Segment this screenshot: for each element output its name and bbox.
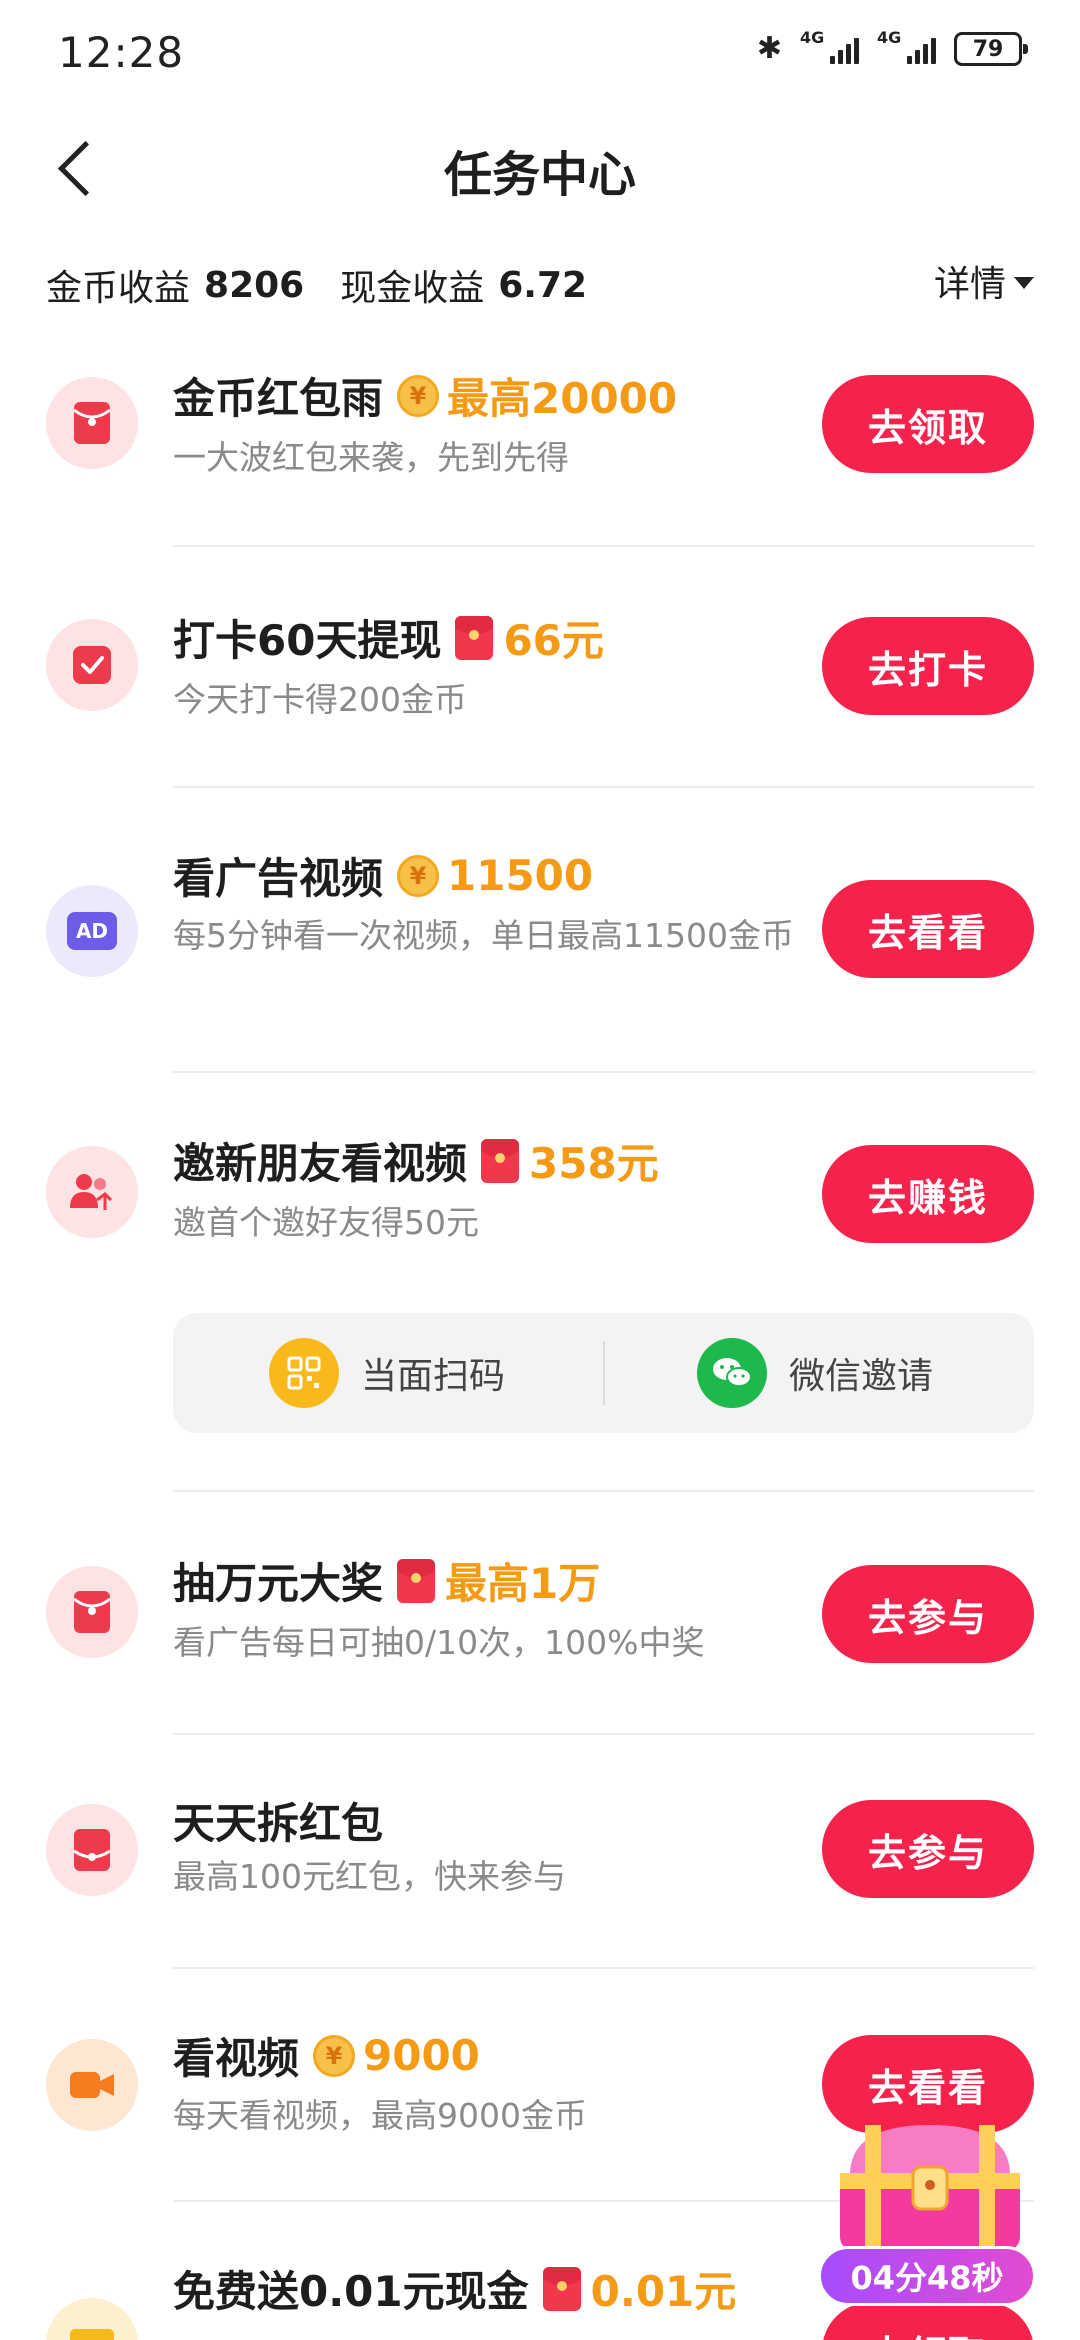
cash-card — [70, 2329, 114, 2340]
task-reward: ¥ 最高20000 — [397, 365, 677, 426]
details-dropdown[interactable]: 详情 — [934, 255, 1034, 307]
task-action-button[interactable]: 去看看 — [822, 880, 1034, 978]
cash-earnings-value: 6.72 — [498, 264, 588, 306]
task-title: 看广告视频 ¥11500 — [173, 845, 593, 906]
task-description: 看广告每日可抽0/10次，100%中奖 — [173, 1623, 705, 1662]
task-reward: 66元 — [455, 607, 604, 668]
task-description: 每天看视频，最高9000金币 — [173, 2096, 587, 2135]
task-action-button[interactable]: 去赚钱 — [822, 1145, 1034, 1243]
task-reward: ¥9000 — [313, 2031, 480, 2080]
scan-qr-option[interactable]: 当面扫码 — [269, 1313, 505, 1433]
title-bar: 任务中心 — [0, 115, 1080, 225]
task-title: 邀新朋友看视频 358元 — [173, 1130, 659, 1191]
divider — [173, 1967, 1034, 1969]
task-reward: 0.01元 — [542, 2258, 737, 2319]
red-packet-icon — [455, 615, 494, 660]
task-title: 看视频 ¥9000 — [173, 2025, 480, 2086]
cash-earnings-label: 现金收益 — [340, 268, 485, 309]
earnings-summary: 金币收益 8206 现金收益 6.72 详情 — [46, 255, 1034, 315]
page-title: 任务中心 — [443, 147, 636, 203]
task-description: 一大波红包来袭，先到先得 — [173, 438, 569, 477]
divider — [173, 1071, 1034, 1073]
coin-icon: ¥ — [397, 854, 440, 897]
task-title-text: 金币红包雨 — [173, 374, 384, 423]
qr-code-icon — [269, 1338, 339, 1408]
divider — [173, 786, 1034, 788]
coin-earnings-label: 金币收益 — [46, 268, 191, 309]
task-description: 最高100元红包，快来参与 — [173, 1857, 566, 1896]
task-title-text: 看广告视频 — [173, 854, 384, 903]
divider — [173, 545, 1034, 547]
divider — [173, 1733, 1034, 1735]
network-type-2: 4G — [877, 28, 902, 47]
task-description: 每5分钟看一次视频，单日最高11500金币 — [173, 916, 794, 955]
task-title-text: 天天拆红包 — [173, 1799, 384, 1848]
task-action-button[interactable]: 去参与 — [822, 1565, 1034, 1663]
red-packet-icon — [46, 1566, 138, 1658]
task-title: 天天拆红包 — [173, 1790, 383, 1851]
task-action-button[interactable]: 去打卡 — [822, 617, 1034, 715]
task-reward-value: 0.01元 — [590, 2267, 737, 2316]
task-description: 今天打卡得200金币 — [173, 680, 467, 719]
bluetooth-icon: ✱ — [756, 31, 782, 66]
caret-down-icon — [1014, 277, 1034, 289]
task-title-text: 看视频 — [173, 2034, 300, 2083]
divider — [173, 1490, 1034, 1492]
battery-level: 79 — [972, 36, 1004, 62]
red-packet-icon — [46, 377, 138, 469]
task-reward-value: 358元 — [529, 1139, 659, 1188]
status-icons: ✱ 4G 4G 79 — [756, 30, 1028, 66]
invite-options: 当面扫码 微信邀请 — [173, 1313, 1034, 1433]
ad-badge: AD — [67, 912, 117, 950]
task-title: 金币红包雨 ¥ 最高20000 — [173, 365, 677, 426]
task-action-button[interactable]: 去领取 — [822, 2302, 1034, 2340]
ad-icon: AD — [46, 885, 138, 977]
network-type-1: 4G — [800, 28, 825, 47]
task-reward-value: 11500 — [447, 851, 594, 900]
task-title: 抽万元大奖 最高1万 — [173, 1550, 600, 1611]
status-time: 12:28 — [58, 28, 185, 77]
task-title-text: 抽万元大奖 — [173, 1559, 384, 1608]
coin-icon: ¥ — [397, 374, 440, 417]
task-reward-value: 9000 — [363, 2031, 480, 2080]
task-title-text: 打卡60天提现 — [173, 616, 442, 665]
task-reward-value: 最高1万 — [445, 1559, 601, 1608]
task-reward-value: 最高20000 — [447, 374, 678, 423]
red-packet-icon — [481, 1138, 520, 1183]
scan-qr-label: 当面扫码 — [361, 1356, 506, 1397]
task-action-button[interactable]: 去参与 — [822, 1800, 1034, 1898]
details-label: 详情 — [933, 264, 1006, 305]
task-reward-value: 66元 — [503, 616, 604, 665]
wechat-invite-label: 微信邀请 — [789, 1356, 934, 1397]
task-title-text: 免费送0.01元现金 — [173, 2267, 529, 2316]
open-red-packet-icon — [46, 1804, 138, 1896]
check-in-icon — [46, 619, 138, 711]
signal-icon: 4G — [800, 30, 859, 64]
countdown-timer[interactable]: 04分48秒 — [818, 2246, 1036, 2306]
cash-icon — [46, 2298, 138, 2340]
video-camera-icon — [46, 2039, 138, 2131]
invite-friends-icon — [46, 1146, 138, 1238]
task-title: 打卡60天提现 66元 — [173, 607, 604, 668]
wechat-icon — [697, 1338, 767, 1408]
task-reward: 最高1万 — [397, 1550, 600, 1611]
status-bar: 12:28 ✱ 4G 4G 79 — [0, 0, 1080, 110]
task-reward: ¥11500 — [397, 851, 593, 900]
task-title-text: 邀新朋友看视频 — [173, 1139, 468, 1188]
red-packet-icon — [542, 2266, 581, 2311]
task-title: 免费送0.01元现金 0.01元 — [173, 2258, 736, 2319]
coin-earnings-value: 8206 — [204, 264, 305, 306]
signal-icon: 4G — [877, 30, 936, 64]
coin-icon: ¥ — [313, 2034, 356, 2077]
red-packet-icon — [397, 1558, 436, 1603]
task-reward: 358元 — [481, 1130, 659, 1191]
separator — [603, 1341, 605, 1405]
wechat-invite-option[interactable]: 微信邀请 — [697, 1313, 933, 1433]
task-description: 邀首个邀好友得50元 — [173, 1203, 479, 1242]
task-action-button[interactable]: 去领取 — [822, 375, 1034, 473]
battery-icon: 79 — [954, 32, 1028, 66]
